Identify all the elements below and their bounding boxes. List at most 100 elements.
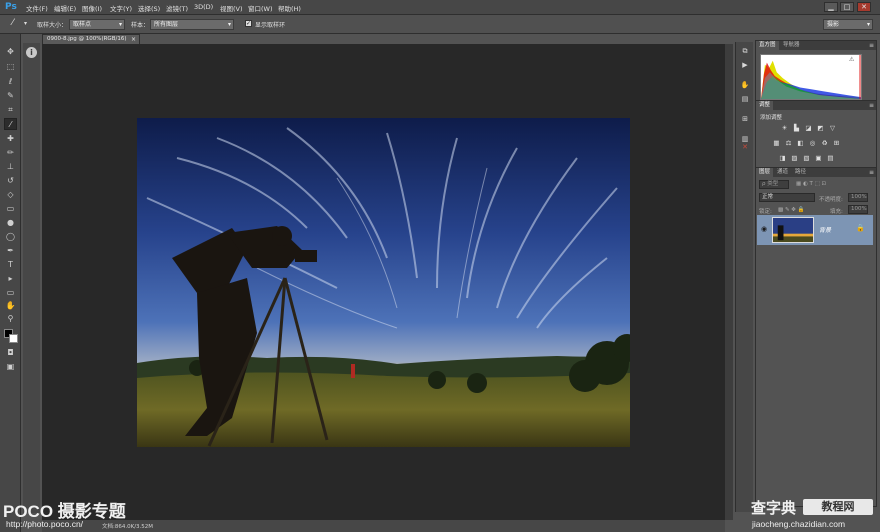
layer-kind-filter[interactable]: ρ 类型: [759, 180, 789, 189]
tab-navigator[interactable]: 导航器: [780, 41, 803, 50]
black-white-icon[interactable]: ◧: [796, 139, 805, 147]
panel-menu-icon[interactable]: ≡: [869, 101, 874, 110]
panel-menu-icon[interactable]: ≡: [869, 168, 874, 177]
hand-tool-icon[interactable]: ✋: [4, 300, 17, 312]
color-lookup-icon[interactable]: ⊞: [832, 139, 841, 147]
eraser-tool-icon[interactable]: ◇: [4, 189, 17, 201]
menu-3d[interactable]: 3D(D): [194, 3, 213, 11]
zoom-tool-icon[interactable]: ⚲: [4, 313, 17, 325]
history-icon[interactable]: ⧉: [739, 46, 751, 57]
brush-presets-icon[interactable]: ⊞: [739, 114, 751, 125]
sample-size-select[interactable]: 取样点: [69, 19, 125, 30]
filter-icons[interactable]: ▦ ◐ T ⬚ ⊡: [796, 181, 826, 187]
visibility-eye-icon[interactable]: ◉: [761, 225, 767, 233]
gradient-map-icon[interactable]: ▣: [814, 154, 823, 162]
marquee-tool-icon[interactable]: ⬚: [4, 61, 17, 73]
adjustments-tabs: 调整 ≡: [756, 101, 876, 110]
close-button[interactable]: ✕: [857, 2, 871, 12]
vibrance-icon[interactable]: ▽: [828, 124, 837, 132]
canvas-area[interactable]: [42, 44, 725, 520]
info-dock: i: [23, 43, 40, 513]
menu-view[interactable]: 视图(V): [220, 3, 243, 13]
healing-brush-tool-icon[interactable]: ✚: [4, 133, 17, 145]
properties-icon[interactable]: ▤: [739, 94, 751, 105]
menu-type[interactable]: 文字(Y): [110, 3, 132, 13]
info-icon[interactable]: i: [26, 47, 37, 58]
posterize-icon[interactable]: ▨: [790, 154, 799, 162]
workspace-select[interactable]: 摄影: [823, 19, 873, 30]
document-size-status: 文档:864.0K/3.52M: [102, 524, 154, 530]
tab-layers[interactable]: 图层: [756, 168, 774, 177]
brightness-icon[interactable]: ☀: [780, 124, 789, 132]
eyedropper-tool-icon[interactable]: ⁄: [4, 118, 17, 130]
threshold-icon[interactable]: ▧: [802, 154, 811, 162]
menu-bar: Ps 文件(F) 编辑(E) 图像(I) 文字(Y) 选择(S) 滤镜(T) 3…: [0, 0, 880, 15]
pen-tool-icon[interactable]: ✒: [4, 245, 17, 257]
screen-mode-icon[interactable]: ▣: [4, 361, 17, 373]
maximize-button[interactable]: □: [840, 2, 854, 12]
menu-edit[interactable]: 编辑(E): [54, 3, 76, 13]
path-select-tool-icon[interactable]: ▸: [4, 273, 17, 285]
tab-channels[interactable]: 通道: [774, 168, 791, 177]
opacity-label: 不透明度:: [819, 197, 843, 203]
layer-name[interactable]: 背景: [819, 225, 831, 234]
rectangle-tool-icon[interactable]: ▭: [4, 287, 17, 299]
history-brush-tool-icon[interactable]: ↺: [4, 175, 17, 187]
chazidian-watermark-title: 查字典: [751, 500, 797, 517]
gradient-tool-icon[interactable]: ▭: [4, 203, 17, 215]
chevron-down-icon[interactable]: ▾: [24, 20, 27, 27]
levels-icon[interactable]: ▙: [792, 124, 801, 132]
background-color-swatch[interactable]: [9, 334, 18, 343]
add-adjustment-title: 添加调整: [760, 115, 783, 121]
quick-mask-icon[interactable]: ◘: [4, 347, 17, 359]
crop-tool-icon[interactable]: ⌗: [4, 104, 17, 116]
actions-play-icon[interactable]: ▶: [739, 60, 751, 71]
type-tool-icon[interactable]: T: [4, 259, 17, 271]
tool-presets-icon[interactable]: ✕: [739, 142, 751, 153]
menu-select[interactable]: 选择(S): [138, 3, 160, 13]
hand-swatch-icon[interactable]: ✋: [739, 80, 751, 91]
eyedropper-icon[interactable]: ⁄: [12, 18, 14, 28]
invert-icon[interactable]: ◨: [778, 154, 787, 162]
tab-histogram[interactable]: 直方图: [756, 41, 779, 50]
blur-tool-icon[interactable]: ●: [4, 217, 17, 229]
opacity-field[interactable]: 100%: [848, 193, 868, 202]
lock-icons[interactable]: ▩ ✎ ✥ 🔒: [778, 207, 805, 213]
photo-filter-icon[interactable]: ◎: [808, 139, 817, 147]
hue-saturation-icon[interactable]: ▦: [772, 139, 781, 147]
sample-label: 样本：: [131, 22, 150, 29]
close-document-icon[interactable]: ×: [131, 35, 136, 44]
menu-window[interactable]: 窗口(W): [248, 3, 273, 13]
color-balance-icon[interactable]: ⚖: [784, 139, 793, 147]
dodge-tool-icon[interactable]: ◯: [4, 231, 17, 243]
menu-file[interactable]: 文件(F): [26, 3, 48, 13]
fill-field[interactable]: 100%: [848, 205, 868, 214]
collapsed-panel-dock: ⧉ ▶ ✋ ▤ ⊞ ▥ ✕: [735, 42, 753, 512]
layer-row-background[interactable]: ◉ 背景 🔒: [757, 215, 873, 245]
layers-tabs: 图层 通道 路径 ≡: [756, 168, 876, 177]
menu-image[interactable]: 图像(I): [82, 3, 102, 13]
document-photo[interactable]: [137, 118, 630, 447]
curves-icon[interactable]: ◪: [804, 124, 813, 132]
selective-color-icon[interactable]: ▤: [826, 154, 835, 162]
quick-select-tool-icon[interactable]: ✎: [4, 90, 17, 102]
show-ring-checkbox[interactable]: ✓: [245, 20, 252, 27]
channel-mixer-icon[interactable]: ♻: [820, 139, 829, 147]
document-tab[interactable]: 0900-8.jpg @ 100%(RGB/16) ×: [42, 34, 140, 44]
lasso-tool-icon[interactable]: ℓ: [4, 76, 17, 88]
move-tool-icon[interactable]: ✥: [4, 46, 17, 58]
sample-select[interactable]: 所有图层: [150, 19, 234, 30]
minimize-button[interactable]: ▁: [824, 2, 838, 12]
histogram-warning-icon[interactable]: ⚠: [849, 56, 854, 63]
menu-help[interactable]: 帮助(H): [278, 3, 301, 13]
blend-mode-select[interactable]: 正常: [759, 193, 815, 202]
panel-menu-icon[interactable]: ≡: [869, 41, 874, 50]
histogram-tabs: 直方图 导航器 ≡: [756, 41, 876, 50]
vertical-scrollbar[interactable]: [725, 44, 733, 520]
tab-paths[interactable]: 路径: [792, 168, 809, 177]
menu-filter[interactable]: 滤镜(T): [166, 3, 188, 13]
brush-tool-icon[interactable]: ✏: [4, 147, 17, 159]
exposure-icon[interactable]: ◩: [816, 124, 825, 132]
tab-adjustments[interactable]: 调整: [756, 101, 774, 110]
clone-stamp-tool-icon[interactable]: ⊥: [4, 161, 17, 173]
